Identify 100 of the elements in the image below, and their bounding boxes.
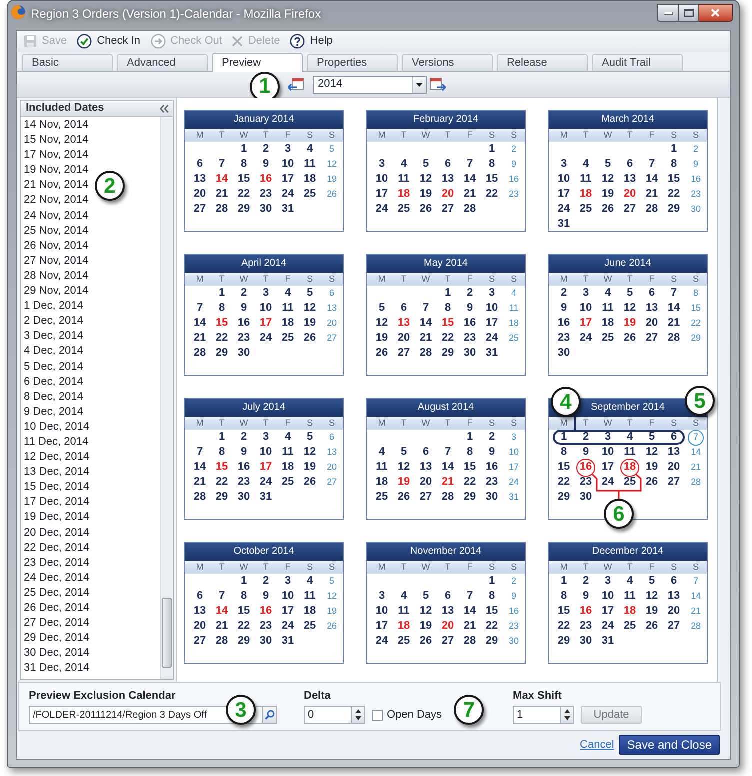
calendar-day: 27 xyxy=(442,636,454,647)
date-list-item[interactable]: 26 Dec, 2014 xyxy=(24,601,90,616)
previous-year-button[interactable] xyxy=(288,78,304,92)
tab[interactable]: Basic xyxy=(22,54,113,71)
calendar-day: 23 xyxy=(508,190,519,199)
date-list-item[interactable]: 2 Dec, 2014 xyxy=(24,314,84,330)
date-list-item[interactable]: 19 Dec, 2014 xyxy=(24,510,90,526)
max-shift-field[interactable]: 1 xyxy=(513,706,562,724)
tab[interactable]: Versions xyxy=(402,54,493,71)
calendar-day: 7 xyxy=(670,288,678,299)
calendar-day: 3 xyxy=(488,288,496,299)
calendar-day: 15 xyxy=(238,606,250,617)
date-list-item[interactable]: 22 Nov, 2014 xyxy=(24,193,89,209)
calendar-day: 2 xyxy=(262,576,270,587)
date-list-item[interactable]: 25 Nov, 2014 xyxy=(24,224,89,239)
tab[interactable]: Audit Trail xyxy=(592,54,683,71)
calendar-day: 25 xyxy=(624,477,636,488)
date-list-item[interactable]: 8 Dec, 2014 xyxy=(24,390,84,405)
check-in-button[interactable]: Check In xyxy=(77,33,140,50)
weekday-label: S xyxy=(510,275,517,284)
date-list-item[interactable]: 27 Dec, 2014 xyxy=(24,616,90,632)
spin-button[interactable] xyxy=(352,706,365,724)
date-list-item[interactable]: 20 Dec, 2014 xyxy=(24,526,90,541)
weekday-label: T xyxy=(263,131,269,140)
calendar-day: 24 xyxy=(602,477,614,488)
close-button[interactable] xyxy=(699,4,733,22)
tab[interactable]: Properties xyxy=(307,54,398,71)
calendar-day: 12 xyxy=(376,318,388,329)
date-list-item[interactable]: 26 Nov, 2014 xyxy=(24,238,89,254)
date-list-item[interactable]: 12 Dec, 2014 xyxy=(24,450,90,466)
calendar-day: 30 xyxy=(580,636,592,647)
date-list-item[interactable]: 30 Dec, 2014 xyxy=(24,646,90,662)
calendar-day: 2 xyxy=(240,432,248,443)
maximize-button[interactable] xyxy=(679,4,699,22)
date-list-item[interactable]: 29 Nov, 2014 xyxy=(24,284,89,300)
date-list-item[interactable]: 6 Dec, 2014 xyxy=(24,374,84,390)
date-list-item[interactable]: 17 Nov, 2014 xyxy=(24,148,89,164)
date-list-item[interactable]: 14 Nov, 2014 xyxy=(24,118,89,134)
date-list-item[interactable]: 4 Dec, 2014 xyxy=(24,344,84,360)
calendar-day: 20 xyxy=(442,621,454,632)
date-list-item[interactable]: 11 Dec, 2014 xyxy=(24,434,89,450)
date-list-item[interactable]: 27 Nov, 2014 xyxy=(24,254,89,269)
date-list-item[interactable]: 31 Dec, 2014 xyxy=(24,661,90,676)
calendar-day: 31 xyxy=(260,492,272,503)
date-list-item[interactable]: 13 Dec, 2014 xyxy=(24,465,90,480)
calendar-day: 17 xyxy=(282,174,294,185)
date-list-item[interactable]: 24 Nov, 2014 xyxy=(24,208,89,224)
year-dropdown[interactable]: 2014 xyxy=(313,76,427,94)
date-list-item[interactable]: 22 Dec, 2014 xyxy=(24,540,90,556)
tab[interactable]: Advanced xyxy=(117,54,208,71)
tab[interactable]: Preview xyxy=(212,53,303,72)
delta-field[interactable]: 0 xyxy=(304,706,352,724)
date-list-item[interactable]: 21 Nov, 2014 xyxy=(24,178,89,194)
calendar-day: 22 xyxy=(216,333,228,344)
search-button[interactable] xyxy=(263,706,277,724)
calendar-day: 12 xyxy=(326,160,337,169)
arrow-circle-icon xyxy=(150,34,166,49)
date-list-item[interactable]: 5 Dec, 2014 xyxy=(24,360,84,375)
minimize-button[interactable] xyxy=(657,4,679,22)
date-list-item[interactable]: 10 Dec, 2014 xyxy=(24,420,90,435)
save-and-close-button[interactable]: Save and Close xyxy=(619,735,720,755)
calendar-day: 19 xyxy=(398,477,410,488)
collapse-button[interactable] xyxy=(160,104,169,112)
date-list-item[interactable]: 19 Nov, 2014 xyxy=(24,163,89,178)
leader-line xyxy=(592,474,642,499)
date-list-item[interactable]: 9 Dec, 2014 xyxy=(24,404,84,420)
date-list-item[interactable]: 15 Dec, 2014 xyxy=(24,480,90,496)
spin-button[interactable] xyxy=(561,706,574,724)
calendar-day: 21 xyxy=(420,333,432,344)
weekday-label: S xyxy=(488,131,495,140)
calendar-day: 21 xyxy=(464,621,476,632)
date-list-item[interactable]: 24 Dec, 2014 xyxy=(24,570,90,586)
date-list-item[interactable]: 29 Dec, 2014 xyxy=(24,631,90,646)
date-list-item[interactable]: 25 Dec, 2014 xyxy=(24,586,90,601)
calendar-day: 20 xyxy=(194,189,206,200)
checkbox[interactable] xyxy=(372,710,383,720)
next-year-button[interactable] xyxy=(430,78,446,92)
scrollbar-thumb[interactable] xyxy=(162,598,172,668)
calendar-day: 7 xyxy=(466,591,474,602)
calendar-day: 29 xyxy=(464,492,476,503)
tab[interactable]: Release xyxy=(497,54,588,71)
weekday-label: M xyxy=(196,419,204,428)
date-list-item[interactable]: 1 Dec, 2014 xyxy=(24,299,84,314)
cancel-link[interactable]: Cancel xyxy=(580,736,614,754)
date-list-item[interactable]: 28 Nov, 2014 xyxy=(24,268,89,284)
weekday-label: T xyxy=(263,419,269,428)
calendar-day: 9 xyxy=(560,303,568,314)
calendar-day: 31 xyxy=(602,636,614,647)
scrollbar[interactable] xyxy=(160,117,173,679)
date-list-item[interactable]: 3 Dec, 2014 xyxy=(24,329,84,344)
help-button[interactable]: Help xyxy=(290,33,333,50)
weekday-label: T xyxy=(627,131,633,140)
calendar-day: 14 xyxy=(442,462,454,473)
field-label: Preview Exclusion Calendar xyxy=(29,689,176,703)
date-list-item[interactable]: 17 Dec, 2014 xyxy=(24,495,90,510)
date-list-item[interactable]: 15 Nov, 2014 xyxy=(24,133,89,148)
date-list-item[interactable]: 23 Dec, 2014 xyxy=(24,556,90,571)
weekday-label: S xyxy=(306,275,313,284)
calendar-day: 18 xyxy=(376,477,388,488)
weekday-label: T xyxy=(219,563,225,572)
